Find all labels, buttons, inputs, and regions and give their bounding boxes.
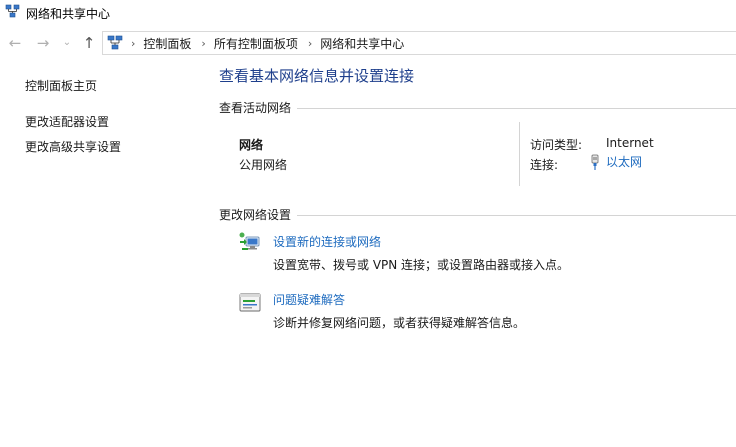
breadcrumb-separator-icon[interactable]: › bbox=[201, 37, 205, 50]
sidebar-item-advanced-sharing[interactable]: 更改高级共享设置 bbox=[25, 138, 121, 155]
sidebar-item-adapter-settings[interactable]: 更改适配器设置 bbox=[25, 113, 109, 130]
troubleshoot-problems-description: 诊断并修复网络问题，或者获得疑难解答信息。 bbox=[273, 316, 526, 330]
active-networks-section-header: 查看活动网络 bbox=[219, 99, 736, 116]
network-center-icon bbox=[5, 4, 20, 18]
ethernet-link-label[interactable]: 以太网 bbox=[606, 153, 642, 170]
active-networks-header-label: 查看活动网络 bbox=[219, 101, 292, 115]
title-bar: 网络和共享中心 bbox=[0, 0, 736, 24]
up-arrow-icon[interactable]: ↑ bbox=[79, 33, 99, 53]
section-divider bbox=[297, 215, 736, 216]
back-arrow-icon[interactable]: ← bbox=[5, 33, 25, 53]
control-panel-icon bbox=[107, 35, 123, 50]
recent-locations-chevron-icon[interactable]: ⌄ bbox=[60, 33, 74, 53]
navigation-bar: ← → ⌄ ↑ › 控制面板 › 所有控制面板项 › 网络和共享中心 bbox=[0, 30, 736, 56]
setup-new-connection-description: 设置宽带、拨号或 VPN 连接；或设置路由器或接入点。 bbox=[273, 258, 570, 272]
change-settings-header-label: 更改网络设置 bbox=[219, 208, 292, 222]
breadcrumb-separator-icon[interactable]: › bbox=[308, 37, 312, 50]
sidebar-item-control-panel-home[interactable]: 控制面板主页 bbox=[25, 77, 97, 94]
vertical-divider bbox=[519, 122, 520, 186]
main-content: 查看基本网络信息并设置连接 查看活动网络 网络 公用网络 访问类型: Inter… bbox=[219, 56, 736, 447]
network-name: 网络 bbox=[239, 138, 264, 152]
troubleshoot-problems-link[interactable]: 问题疑难解答 bbox=[273, 291, 345, 308]
new-connection-icon bbox=[239, 232, 260, 250]
sidebar: 控制面板主页 更改适配器设置 更改高级共享设置 bbox=[0, 56, 205, 447]
breadcrumb-separator-icon[interactable]: › bbox=[131, 37, 135, 50]
change-settings-section-header: 更改网络设置 bbox=[219, 206, 736, 223]
network-sharing-center-window: 网络和共享中心 ← → ⌄ ↑ › 控制面板 › 所有控制面板项 › 网络和共享… bbox=[0, 0, 736, 447]
page-title: 查看基本网络信息并设置连接 bbox=[219, 67, 415, 85]
setup-new-connection-link[interactable]: 设置新的连接或网络 bbox=[273, 233, 381, 250]
access-type-label: 访问类型: bbox=[530, 138, 583, 152]
window-title: 网络和共享中心 bbox=[26, 7, 111, 21]
network-type-link[interactable]: 公用网络 bbox=[239, 156, 287, 173]
ethernet-plug-icon bbox=[591, 154, 599, 170]
troubleshoot-icon bbox=[239, 293, 261, 312]
forward-arrow-icon[interactable]: → bbox=[33, 33, 53, 53]
section-divider bbox=[297, 108, 736, 109]
connection-label: 连接: bbox=[530, 158, 559, 172]
breadcrumb-control-panel[interactable]: 控制面板 bbox=[143, 35, 191, 52]
ethernet-connection-link[interactable]: 以太网 bbox=[590, 153, 642, 170]
address-bar[interactable]: › 控制面板 › 所有控制面板项 › 网络和共享中心 bbox=[102, 31, 736, 55]
breadcrumb-all-items[interactable]: 所有控制面板项 bbox=[214, 35, 298, 52]
breadcrumb-network-center[interactable]: 网络和共享中心 bbox=[320, 35, 404, 52]
access-type-value: Internet bbox=[606, 136, 654, 150]
